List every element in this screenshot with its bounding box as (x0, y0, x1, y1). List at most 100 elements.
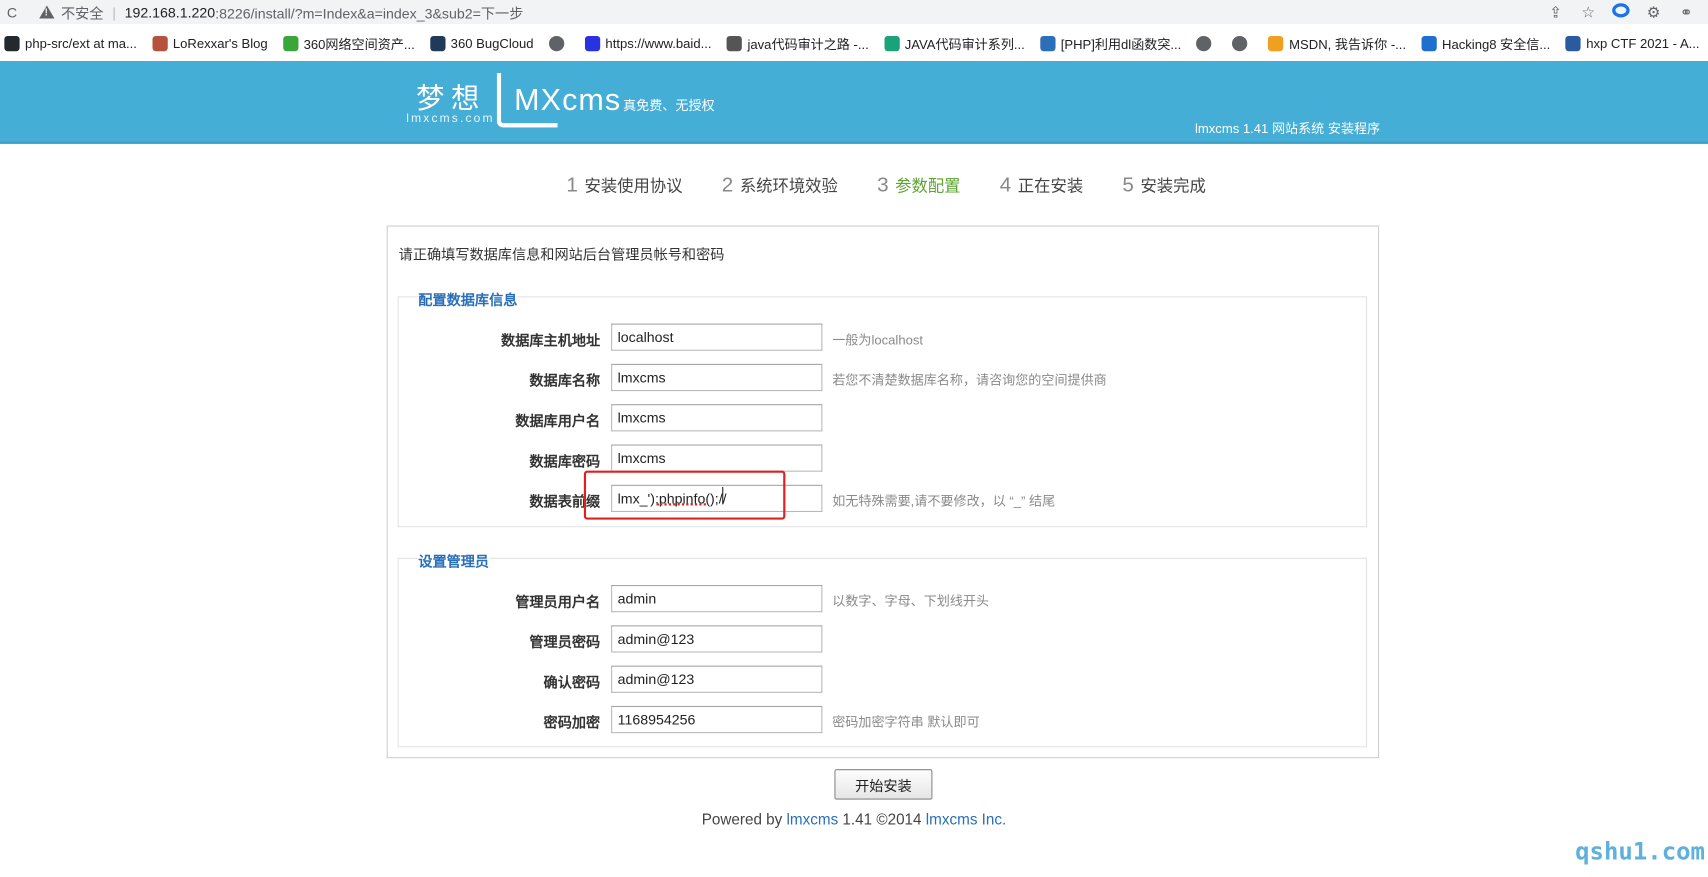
bookmark-item[interactable]: [PHP]利用dl函数突... (1040, 34, 1181, 53)
watermark: qshu1.com (1575, 838, 1705, 867)
bookmark-label: MSDN, 我告诉你 -... (1289, 36, 1407, 52)
step-label: 正在安装 (1017, 177, 1084, 197)
form-row: 管理员密码 (399, 625, 1368, 653)
bookmark-item[interactable]: MSDN, 我告诉你 -... (1268, 34, 1406, 53)
bookmark-item[interactable]: java代码审计之路 -... (726, 34, 869, 53)
bookmark-label: php-src/ext at ma... (25, 35, 137, 52)
field-input[interactable] (611, 484, 823, 513)
field-input[interactable] (611, 444, 823, 472)
bookmark-item[interactable]: 360 BugCloud (429, 35, 534, 52)
db-section-title: 配置数据库信息 (418, 288, 518, 310)
extension-icon[interactable] (1612, 3, 1630, 20)
field-input[interactable] (611, 404, 823, 432)
logo-chinese-text: 梦想 (416, 82, 486, 116)
blog-icon (152, 35, 168, 52)
field-input[interactable] (611, 625, 823, 653)
bookmark-item[interactable] (548, 35, 570, 52)
url-field[interactable]: 不安全 | 192.168.1.220:8226/install/?m=Inde… (28, 0, 1576, 24)
admin-section-title: 设置管理员 (418, 550, 490, 571)
address-bar-actions: ⇪ ☆ ⚙ ⚭ (1547, 0, 1708, 24)
field-label: 数据库主机地址 (501, 332, 601, 349)
extensions-puzzle-icon[interactable]: ⚭ (1678, 3, 1695, 22)
field-input[interactable] (611, 363, 823, 392)
step-label: 安装完成 (1140, 177, 1206, 197)
star-icon[interactable]: ☆ (1579, 3, 1596, 22)
db-config-fieldset: 配置数据库信息 数据库主机地址 一般为localhost 数据库名称 若您不清楚数据库… (397, 288, 1368, 528)
form-row: 管理员用户名 以数字、字母、下划线开头 (399, 585, 1368, 613)
field-label: 数据库用户名 (515, 412, 601, 430)
browser-address-bar: C 不安全 | 192.168.1.220:8226/install/?m=In… (0, 0, 1708, 24)
bookmark-label: 360网络空间资产... (303, 36, 415, 52)
step-2: 2 系统环境效验 (722, 174, 838, 198)
field-input[interactable] (611, 585, 823, 613)
field-label: 数据库密码 (529, 453, 601, 470)
step-label: 参数配置 (895, 177, 961, 197)
field-hint: 如无特殊需要,请不要修改，以 “_” 结尾 (832, 493, 1056, 509)
security-label: 不安全 (61, 4, 104, 22)
footer-prefix: Powered by (701, 810, 787, 828)
step-number: 1 (566, 174, 578, 198)
field-label: 管理员密码 (529, 634, 601, 651)
form-row: 数据库用户名 (399, 404, 1368, 432)
bookmark-label: hxp CTF 2021 - A... (1586, 35, 1700, 52)
bookmark-label: https://www.baid... (605, 35, 712, 52)
form-row: 数据表前缀 如无特殊需要,请不要修改，以 “_” 结尾 (399, 484, 1368, 513)
360-icon (282, 35, 299, 52)
bugcloud-icon (429, 35, 446, 52)
step-label: 安装使用协议 (584, 177, 683, 197)
bookmark-label: LoRexxar's Blog (172, 35, 268, 52)
clock-icon (1040, 35, 1056, 52)
bookmark-label: JAVA代码审计系列... (904, 36, 1025, 52)
baidu-icon (584, 35, 600, 52)
field-hint: 以数字、字母、下划线开头 (832, 593, 990, 609)
field-hint: 一般为localhost (832, 332, 924, 348)
step-number: 5 (1122, 174, 1134, 198)
url-path: :8226/install/?m=Index&a=index_3&sub2=下一… (215, 4, 524, 22)
install-steps: 1 安装使用协议 2 系统环境效验 3 参数配置 4 正在安装 5 安装完成 (566, 174, 1245, 198)
site-header: 梦想 lmxcms.com MXcms 真免费、无授权 lmxcms 1.41 … (0, 61, 1708, 144)
step-number: 2 (721, 174, 734, 198)
globe-icon (548, 35, 565, 52)
step-4: 4 正在安装 (1000, 174, 1083, 198)
bookmark-item[interactable] (1232, 35, 1254, 52)
step-number: 3 (877, 174, 889, 198)
reload-icon[interactable]: C (0, 4, 24, 20)
browser-viewport: C 不安全 | 192.168.1.220:8226/install/?m=In… (0, 0, 1708, 877)
footer-link-lmxcms[interactable]: lmxcms (787, 811, 839, 828)
msdn-icon (1268, 35, 1284, 52)
start-install-button[interactable]: 开始安装 (834, 769, 933, 800)
form-row: 密码加密 密码加密字符串 默认即可 (399, 705, 1368, 734)
config-form-box: 请正确填写数据库信息和网站后台管理员帐号和密码 配置数据库信息 数据库主机地址 一… (386, 225, 1380, 759)
bookmark-item[interactable]: https://www.baid... (584, 35, 712, 52)
bookmark-item[interactable]: LoRexxar's Blog (152, 35, 268, 52)
spellcheck-underline (656, 503, 706, 506)
github-icon (4, 35, 20, 52)
field-label: 数据库名称 (529, 372, 601, 389)
share-icon[interactable]: ⇪ (1547, 3, 1564, 22)
bookmark-label: 360 BugCloud (450, 35, 534, 52)
step-3: 3 参数配置 (877, 174, 960, 198)
text-caret (722, 486, 724, 505)
e-icon (884, 35, 900, 52)
logo-domain: lmxcms.com (406, 112, 495, 126)
extension-gear-icon[interactable]: ⚙ (1645, 3, 1662, 22)
bookmark-item[interactable]: JAVA代码审计系列... (884, 34, 1025, 53)
bookmark-label: Hacking8 安全信... (1442, 36, 1551, 52)
step-label: 系统环境效验 (739, 177, 838, 197)
field-input[interactable] (611, 665, 823, 693)
field-hint: 若您不清楚数据库名称，请咨询您的空间提供商 (832, 372, 1107, 388)
bookmark-item[interactable]: hxp CTF 2021 - A... (1565, 35, 1700, 52)
footer-middle: 1.41 ©2014 (838, 810, 926, 828)
step-1: 1 安装使用协议 (566, 174, 682, 198)
field-input[interactable] (611, 323, 823, 351)
field-label: 管理员用户名 (515, 593, 601, 611)
field-input[interactable] (611, 705, 823, 734)
field-label: 密码加密 (543, 714, 601, 731)
bookmark-item[interactable]: Hacking8 安全信... (1421, 34, 1550, 53)
bookmark-item[interactable]: php-src/ext at ma... (4, 35, 137, 52)
bookmark-item[interactable]: 360网络空间资产... (282, 34, 415, 53)
footer-link-inc[interactable]: lmxcms Inc. (926, 811, 1006, 828)
bookmark-item[interactable] (1196, 35, 1218, 52)
installer-version-title: lmxcms 1.41 网站系统 安装程序 (1194, 120, 1381, 137)
bookmark-label: java代码审计之路 -... (747, 36, 869, 52)
